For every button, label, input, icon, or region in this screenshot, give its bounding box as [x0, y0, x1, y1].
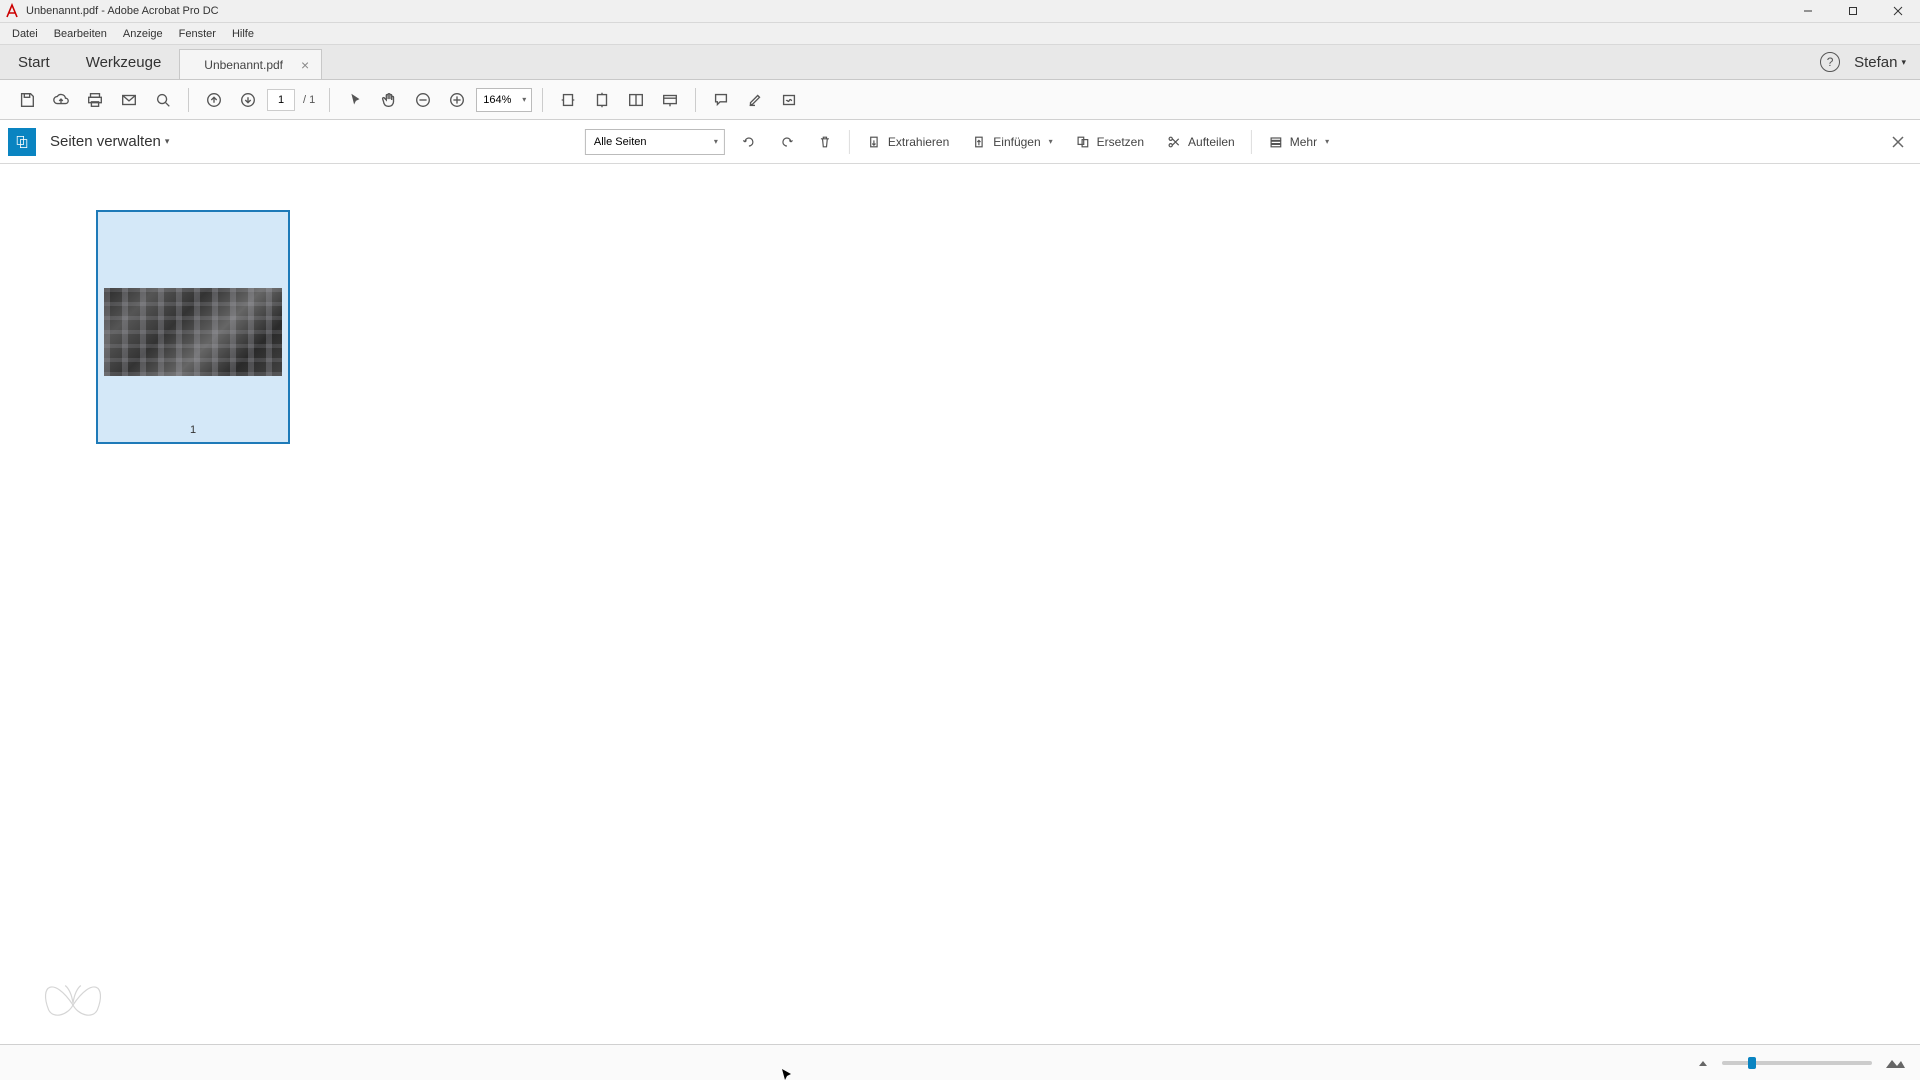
- page-filter-label: Alle Seiten: [594, 136, 647, 148]
- thumbnail-size-slider[interactable]: [1722, 1061, 1872, 1065]
- mouse-cursor-icon: [780, 1068, 794, 1087]
- replace-button[interactable]: Ersetzen: [1069, 128, 1150, 156]
- page-display-icon[interactable]: [621, 85, 651, 115]
- thumbnails-area[interactable]: 1: [0, 164, 1920, 1044]
- tabs-bar: Start Werkzeuge Unbenannt.pdf × ? Stefan: [0, 45, 1920, 80]
- cloud-upload-icon[interactable]: [46, 85, 76, 115]
- title-bar: Unbenannt.pdf - Adobe Acrobat Pro DC: [0, 0, 1920, 23]
- page-thumbnail[interactable]: 1: [96, 210, 290, 444]
- window-title: Unbenannt.pdf - Adobe Acrobat Pro DC: [26, 5, 219, 17]
- sign-icon[interactable]: [774, 85, 804, 115]
- page-number-input[interactable]: [267, 89, 295, 111]
- thumbnail-large-icon[interactable]: [1884, 1056, 1906, 1070]
- comment-icon[interactable]: [706, 85, 736, 115]
- next-page-icon[interactable]: [233, 85, 263, 115]
- organize-pages-title[interactable]: Seiten verwalten: [50, 133, 169, 150]
- minimize-button[interactable]: [1785, 0, 1830, 22]
- more-button[interactable]: Mehr: [1262, 128, 1335, 156]
- save-icon[interactable]: [12, 85, 42, 115]
- help-icon[interactable]: ?: [1820, 52, 1840, 72]
- email-icon[interactable]: [114, 85, 144, 115]
- search-icon[interactable]: [148, 85, 178, 115]
- user-menu[interactable]: Stefan: [1854, 54, 1906, 71]
- close-panel-button[interactable]: [1884, 128, 1912, 156]
- split-button[interactable]: Aufteilen: [1160, 128, 1241, 156]
- butterfly-watermark-icon: [34, 966, 112, 1036]
- tab-start[interactable]: Start: [0, 45, 68, 79]
- replace-label: Ersetzen: [1097, 135, 1144, 149]
- tab-werkzeuge[interactable]: Werkzeuge: [68, 45, 180, 79]
- maximize-button[interactable]: [1830, 0, 1875, 22]
- thumbnail-image: [104, 288, 282, 376]
- rotate-cw-icon[interactable]: [773, 128, 801, 156]
- select-tool-icon[interactable]: [340, 85, 370, 115]
- delete-page-icon[interactable]: [811, 128, 839, 156]
- thumbnail-small-icon[interactable]: [1696, 1058, 1710, 1068]
- thumbnail-page-number: 1: [190, 424, 196, 436]
- menu-bearbeiten[interactable]: Bearbeiten: [46, 25, 115, 43]
- highlight-icon[interactable]: [740, 85, 770, 115]
- document-tab-label: Unbenannt.pdf: [204, 58, 283, 72]
- hand-tool-icon[interactable]: [374, 85, 404, 115]
- page-total-label: / 1: [299, 94, 319, 106]
- zoom-select[interactable]: 164%: [476, 88, 532, 112]
- previous-page-icon[interactable]: [199, 85, 229, 115]
- main-toolbar: / 1 164%: [0, 80, 1920, 120]
- organize-pages-bar: Seiten verwalten Alle Seiten Extrahieren…: [0, 120, 1920, 164]
- menu-fenster[interactable]: Fenster: [171, 25, 224, 43]
- read-mode-icon[interactable]: [655, 85, 685, 115]
- organize-pages-icon: [8, 128, 36, 156]
- insert-button[interactable]: Einfügen: [965, 128, 1058, 156]
- extract-button[interactable]: Extrahieren: [860, 128, 955, 156]
- zoom-value: 164%: [483, 94, 511, 106]
- user-name-label: Stefan: [1854, 54, 1897, 71]
- slider-knob[interactable]: [1748, 1057, 1756, 1069]
- split-label: Aufteilen: [1188, 135, 1235, 149]
- menu-bar: Datei Bearbeiten Anzeige Fenster Hilfe: [0, 23, 1920, 45]
- rotate-ccw-icon[interactable]: [735, 128, 763, 156]
- menu-datei[interactable]: Datei: [4, 25, 46, 43]
- close-window-button[interactable]: [1875, 0, 1920, 22]
- bottom-bar: [0, 1044, 1920, 1080]
- extract-label: Extrahieren: [888, 135, 949, 149]
- close-tab-icon[interactable]: ×: [301, 57, 309, 73]
- organize-title-label: Seiten verwalten: [50, 133, 161, 150]
- document-tab[interactable]: Unbenannt.pdf ×: [179, 49, 322, 79]
- acrobat-app-icon: [4, 3, 20, 19]
- fit-width-icon[interactable]: [553, 85, 583, 115]
- more-label: Mehr: [1290, 135, 1317, 149]
- menu-anzeige[interactable]: Anzeige: [115, 25, 171, 43]
- zoom-in-icon[interactable]: [442, 85, 472, 115]
- page-filter-select[interactable]: Alle Seiten: [585, 129, 725, 155]
- fit-page-icon[interactable]: [587, 85, 617, 115]
- print-icon[interactable]: [80, 85, 110, 115]
- insert-label: Einfügen: [993, 135, 1040, 149]
- zoom-out-icon[interactable]: [408, 85, 438, 115]
- menu-hilfe[interactable]: Hilfe: [224, 25, 262, 43]
